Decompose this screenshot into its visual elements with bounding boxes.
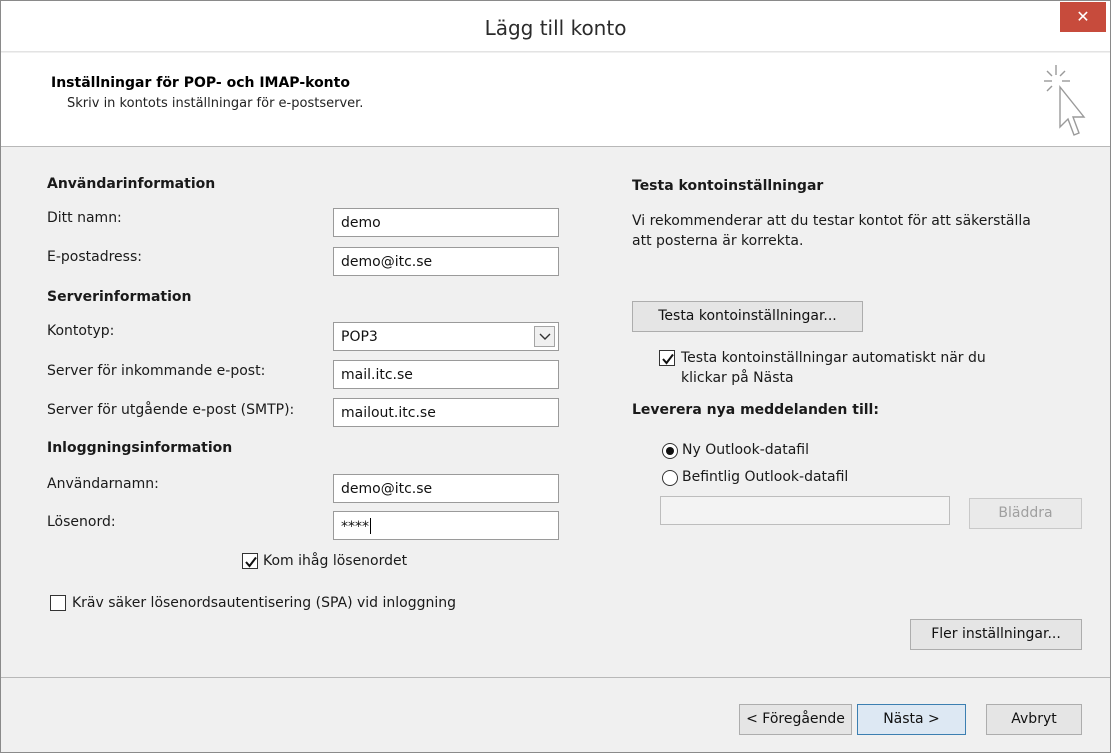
login-info-heading: Inloggningsinformation [47,440,233,456]
window-title: Lägg till konto [484,16,627,40]
cursor-sparkle-icon [1038,59,1090,145]
radio-selected-dot [666,447,674,455]
footer-divider [1,677,1110,678]
radio-new-datafile[interactable] [662,443,678,459]
add-account-dialog: Lägg till konto ✕ Inställningar för POP-… [0,0,1111,753]
password-field[interactable]: **** [333,511,559,540]
password-label: Lösenord: [47,514,116,530]
datafile-path-field [660,496,950,525]
incoming-server-label: Server för inkommande e-post: [47,363,266,379]
browse-button: Bläddra [969,498,1082,529]
next-button[interactable]: Nästa > [857,704,966,735]
spa-label: Kräv säker lösenordsautentisering (SPA) … [72,595,457,611]
outgoing-server-label: Server för utgående e-post (SMTP): [47,402,295,418]
close-icon: ✕ [1076,7,1090,26]
auto-test-checkbox[interactable] [659,350,675,366]
user-info-heading: Användarinformation [47,176,216,192]
username-field[interactable]: demo@itc.se [333,474,559,503]
deliver-heading: Leverera nya meddelanden till: [632,402,879,418]
outgoing-server-field[interactable]: mailout.itc.se [333,398,559,427]
close-button[interactable]: ✕ [1060,2,1106,32]
account-type-select[interactable]: POP3 [333,322,559,351]
chevron-down-icon[interactable] [534,326,555,347]
account-type-label: Kontotyp: [47,323,115,339]
remember-password-checkbox[interactable] [242,553,258,569]
account-type-value: POP3 [341,329,378,345]
dialog-header: Inställningar för POP- och IMAP-konto Sk… [1,53,1110,147]
spa-checkbox[interactable] [50,595,66,611]
back-button[interactable]: < Föregående [739,704,852,735]
cancel-button[interactable]: Avbryt [986,704,1082,735]
test-settings-button[interactable]: Testa kontoinställningar... [632,301,863,332]
email-label: E-postadress: [47,249,142,265]
username-label: Användarnamn: [47,476,159,492]
header-title: Inställningar för POP- och IMAP-konto [51,75,350,91]
radio-existing-datafile[interactable] [662,470,678,486]
test-heading: Testa kontoinställningar [632,178,824,194]
test-description-line2: att posterna är korrekta. [632,233,804,249]
header-subtitle: Skriv in kontots inställningar för e-pos… [67,96,364,111]
auto-test-label-line1: Testa kontoinställningar automatiskt när… [681,350,986,366]
new-datafile-label: Ny Outlook-datafil [682,442,810,458]
auto-test-label-line2: klickar på Nästa [681,370,794,386]
email-field[interactable]: demo@itc.se [333,247,559,276]
server-info-heading: Serverinformation [47,289,192,305]
password-mask: **** [341,519,369,535]
existing-datafile-label: Befintlig Outlook-datafil [682,469,849,485]
title-bar: Lägg till konto ✕ [1,1,1110,52]
name-label: Ditt namn: [47,210,122,226]
name-field[interactable]: demo [333,208,559,237]
more-settings-button[interactable]: Fler inställningar... [910,619,1082,650]
incoming-server-field[interactable]: mail.itc.se [333,360,559,389]
remember-password-label: Kom ihåg lösenordet [263,553,408,569]
test-description-line1: Vi rekommenderar att du testar kontot fö… [632,213,1031,229]
text-caret [370,518,371,534]
